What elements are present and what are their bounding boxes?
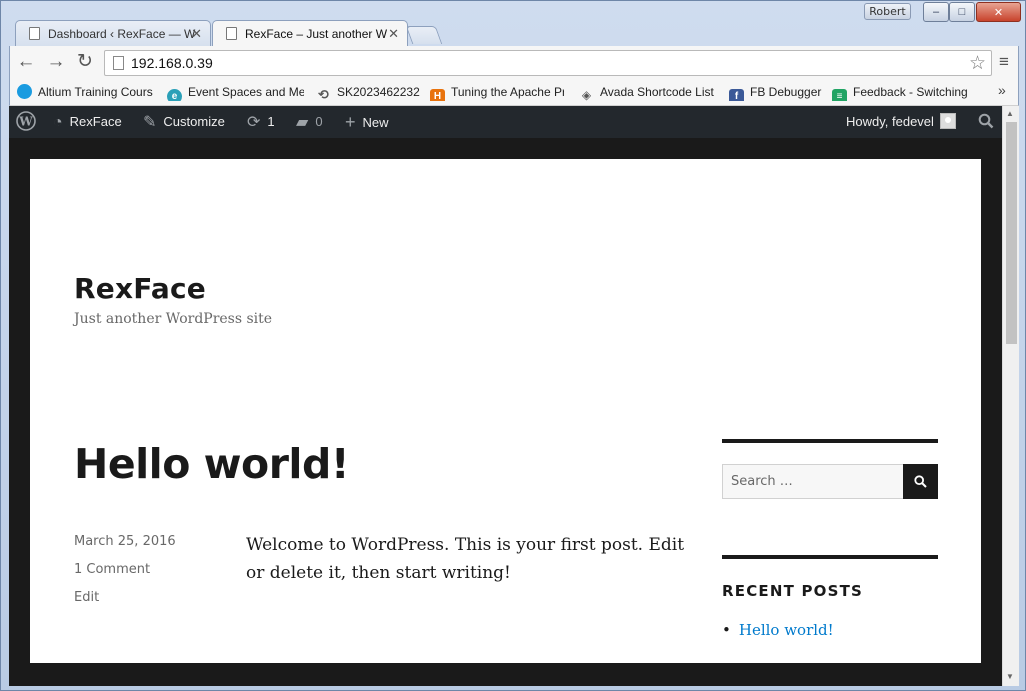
bookmarks-bar: Altium Training Cours e Event Spaces and … — [9, 79, 1019, 106]
browser-toolbar: ← → ↻ ☆ ≡ — [9, 46, 1019, 79]
address-bar[interactable]: ☆ — [104, 50, 992, 76]
close-tab-icon[interactable]: ✕ — [191, 21, 202, 46]
widget-divider — [722, 439, 938, 443]
post-title[interactable]: Hello world! — [74, 440, 350, 488]
menu-icon[interactable]: ≡ — [994, 52, 1014, 72]
brush-icon: ✎ — [143, 114, 157, 131]
updates-icon: ⟳ — [247, 114, 261, 131]
close-tab-icon[interactable]: ✕ — [388, 21, 399, 46]
tab-dashboard[interactable]: Dashboard ‹ RexFace — W ✕ — [15, 20, 211, 46]
profile-badge[interactable]: Robert — [864, 3, 911, 20]
search-input[interactable] — [722, 464, 904, 499]
close-window-button[interactable]: ✕ — [976, 2, 1021, 22]
recent-posts-list: Hello world! — [722, 621, 834, 639]
admin-updates[interactable]: ⟳ 1 — [247, 106, 275, 138]
reload-icon[interactable]: ↻ — [74, 52, 96, 74]
search-icon — [914, 475, 927, 488]
post-edit-link[interactable]: Edit — [74, 590, 99, 605]
bookmark-avada[interactable]: ◈ Avada Shortcode List — [579, 83, 714, 101]
bookmark-star-icon[interactable]: ☆ — [969, 52, 986, 75]
admin-customize[interactable]: ✎ Customize — [143, 106, 225, 138]
avatar — [939, 113, 956, 129]
svg-text:W: W — [18, 115, 33, 129]
new-tab-button[interactable] — [405, 26, 443, 44]
wp-admin-bar: W ◔ RexFace ✎ Customize ⟳ 1 ▰ 0 + New Howdy, … — [9, 106, 1002, 138]
more-bookmarks-icon[interactable]: » — [998, 82, 1006, 98]
e-icon: e — [167, 89, 182, 101]
page-scrollbar[interactable]: ▲ ▼ — [1002, 106, 1019, 686]
avada-icon: ◈ — [581, 88, 592, 101]
comment-icon: ▰ — [296, 114, 309, 131]
history-icon: ⟲ — [318, 87, 329, 101]
site-description: Just another WordPress site — [74, 311, 273, 327]
tab-strip: Dashboard ‹ RexFace — W ✕ RexFace – Just… — [9, 20, 1019, 46]
scrollbar-thumb[interactable] — [1006, 122, 1017, 344]
post-date[interactable]: March 25, 2016 — [74, 534, 176, 549]
admin-site-name[interactable]: ◔ RexFace — [53, 106, 122, 138]
admin-search-icon[interactable] — [978, 106, 994, 138]
back-icon[interactable]: ← — [15, 52, 37, 74]
page-icon — [113, 56, 124, 70]
site-title[interactable]: RexFace — [74, 272, 206, 305]
plus-icon: + — [345, 112, 356, 132]
list-item: Hello world! — [722, 621, 834, 639]
admin-comments[interactable]: ▰ 0 — [296, 106, 323, 138]
maximize-button[interactable]: □ — [949, 2, 975, 22]
recent-posts-title: RECENT POSTS — [722, 582, 864, 600]
recent-post-link[interactable]: Hello world! — [739, 621, 834, 639]
minimize-button[interactable]: – — [923, 2, 949, 22]
url-input[interactable] — [131, 53, 951, 73]
h-icon: H — [430, 89, 445, 101]
scroll-down-icon[interactable]: ▼ — [1006, 672, 1014, 681]
post-content: Welcome to WordPress. This is your first… — [246, 535, 685, 583]
page-icon — [226, 27, 237, 40]
search-button[interactable] — [903, 464, 938, 499]
tab-title: Dashboard ‹ RexFace — W — [48, 27, 196, 41]
tab-rexface[interactable]: RexFace – Just another W ✕ — [212, 20, 408, 46]
page-icon — [29, 27, 40, 40]
page-viewport: W ◔ RexFace ✎ Customize ⟳ 1 ▰ 0 + New Howdy, … — [9, 106, 1002, 686]
bookmark-event-spaces[interactable]: e Event Spaces and Me — [167, 83, 304, 101]
bookmark-altium[interactable]: Altium Training Cours — [17, 83, 160, 101]
post-comments-link[interactable]: 1 Comment — [74, 562, 150, 577]
cloud-icon — [17, 84, 32, 99]
forward-icon[interactable]: → — [45, 52, 67, 74]
browser-window: Robert – □ ✕ Dashboard ‹ RexFace — W ✕ R… — [0, 0, 1026, 691]
scroll-up-icon[interactable]: ▲ — [1006, 109, 1014, 118]
dashboard-icon: ◔ — [53, 114, 63, 131]
bookmark-sk2023462232[interactable]: ⟲ SK2023462232 — [316, 83, 426, 101]
widget-divider — [722, 555, 938, 559]
sheets-icon: ≡ — [832, 89, 847, 101]
bookmark-feedback[interactable]: ≡ Feedback - Switching — [832, 83, 969, 101]
bookmark-fb-debugger[interactable]: f FB Debugger — [729, 83, 829, 101]
site-page: RexFace Just another WordPress site Hell… — [30, 159, 981, 663]
bookmark-tuning-apache[interactable]: H Tuning the Apache Pr — [430, 83, 564, 101]
wordpress-logo-icon[interactable]: W — [16, 106, 36, 138]
facebook-icon: f — [729, 89, 744, 101]
admin-account[interactable]: Howdy, fedevel — [846, 106, 956, 138]
tab-title: RexFace – Just another W — [245, 27, 388, 41]
admin-new[interactable]: + New — [345, 106, 389, 138]
